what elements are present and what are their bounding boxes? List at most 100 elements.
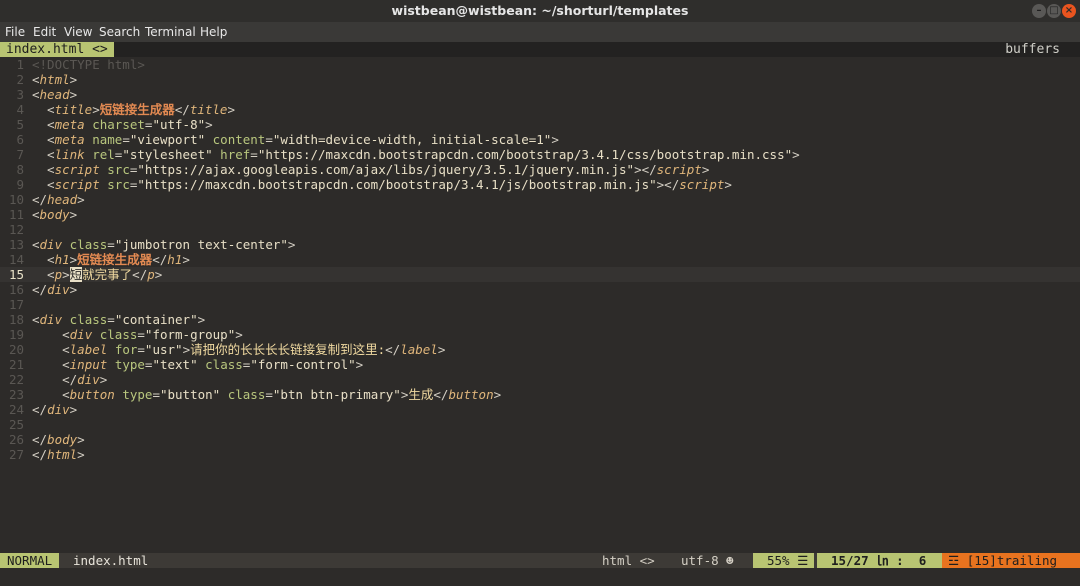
code-line[interactable]: 15 <p>短就完事了</p> xyxy=(0,267,1080,282)
code-token: < xyxy=(32,147,55,162)
code-token: label xyxy=(69,342,108,357)
code-line[interactable]: 26 </body> xyxy=(0,432,1080,447)
code-line[interactable]: 25 xyxy=(0,417,1080,432)
code-token: > xyxy=(77,447,85,462)
code-editor[interactable]: 1 <!DOCTYPE html> 2 <html> 3 <head> 4 <title>短… xyxy=(0,57,1080,549)
code-token: = xyxy=(265,132,273,147)
code-token: script xyxy=(656,162,702,177)
code-token: input xyxy=(69,357,108,372)
line-number: 2 xyxy=(16,72,24,87)
code-line[interactable]: 12 xyxy=(0,222,1080,237)
code-token: class xyxy=(205,357,243,372)
code-token: > xyxy=(724,177,732,192)
window-title: wistbean@wistbean: ~/shorturl/templates xyxy=(391,3,689,18)
maximize-icon[interactable]: □ xyxy=(1047,4,1061,18)
command-line[interactable] xyxy=(0,568,1080,586)
code-token: class xyxy=(69,312,108,327)
line-number: 22 xyxy=(8,372,24,387)
code-token: < xyxy=(32,177,55,192)
line-number: 4 xyxy=(16,102,24,117)
code-token: > xyxy=(62,267,70,282)
code-token: > xyxy=(182,252,190,267)
code-token: </ xyxy=(32,402,48,417)
code-line[interactable]: 22 </div> xyxy=(0,372,1080,387)
menu-file[interactable]: File xyxy=(5,25,25,39)
code-token: label xyxy=(400,342,438,357)
line-number: 9 xyxy=(16,177,24,192)
code-line[interactable]: 19 <div class="form-group"> xyxy=(0,327,1080,342)
code-line[interactable]: 18 <div class="container"> xyxy=(0,312,1080,327)
code-token: p xyxy=(54,267,63,282)
code-line[interactable]: 20 <label for="usr">请把你的长长长长链接复制到这里:</la… xyxy=(0,342,1080,357)
code-token: > xyxy=(182,342,191,357)
close-icon[interactable]: × xyxy=(1062,4,1076,18)
line-number: 8 xyxy=(16,162,24,177)
code-line[interactable]: 17 xyxy=(0,297,1080,312)
code-token: ></ xyxy=(634,162,657,177)
code-line[interactable]: 23 <button type="button" class="btn btn-… xyxy=(0,387,1080,402)
code-line[interactable]: 24 </div> xyxy=(0,402,1080,417)
code-token: < xyxy=(32,237,40,252)
code-token: </ xyxy=(32,192,48,207)
code-token: type xyxy=(122,387,153,402)
minimize-icon[interactable]: – xyxy=(1032,4,1046,18)
menu-terminal[interactable]: Terminal xyxy=(145,25,196,39)
code-token: = xyxy=(137,342,145,357)
code-token: title xyxy=(54,102,93,117)
menu-edit[interactable]: Edit xyxy=(33,25,56,39)
code-token: class xyxy=(69,237,108,252)
menu-help[interactable]: Help xyxy=(200,25,227,39)
code-line[interactable]: 14 <h1>短链接生成器</h1> xyxy=(0,252,1080,267)
code-token: = xyxy=(137,327,145,342)
code-token: = xyxy=(265,387,273,402)
line-number: 17 xyxy=(8,297,24,312)
code-line[interactable]: 3 <head> xyxy=(0,87,1080,102)
code-token: > xyxy=(551,132,559,147)
code-line[interactable]: 5 <meta charset="utf-8"> xyxy=(0,117,1080,132)
code-icon: <> xyxy=(92,42,108,57)
menu-view[interactable]: View xyxy=(64,25,92,39)
mode-indicator: NORMAL xyxy=(0,553,60,568)
code-token: 生成 xyxy=(408,387,434,402)
code-line[interactable]: 1 <!DOCTYPE html> xyxy=(0,57,1080,72)
vim-tabline: index.html <> buffers xyxy=(0,42,1080,58)
code-line[interactable]: 10 </head> xyxy=(0,192,1080,207)
code-token: body xyxy=(47,432,78,447)
code-line[interactable]: 4 <title>短链接生成器</title> xyxy=(0,102,1080,117)
code-token: "viewport" xyxy=(129,132,206,147)
line-number: 27 xyxy=(8,447,24,462)
title-bar[interactable]: wistbean@wistbean: ~/shorturl/templates … xyxy=(0,0,1080,22)
code-line[interactable]: 6 <meta name="viewport" content="width=d… xyxy=(0,132,1080,147)
tab-index-html[interactable]: index.html <> xyxy=(0,42,114,58)
code-line[interactable]: 8 <script src="https://ajax.googleapis.c… xyxy=(0,162,1080,177)
code-line[interactable]: 13 <div class="jumbotron text-center"> xyxy=(0,237,1080,252)
code-token: > xyxy=(205,117,213,132)
menu-search[interactable]: Search xyxy=(99,25,140,39)
code-token: charset xyxy=(92,117,145,132)
code-token: > xyxy=(493,387,502,402)
code-line[interactable]: 2 <html> xyxy=(0,72,1080,87)
buffers-label[interactable]: buffers xyxy=(1005,42,1060,58)
code-line[interactable]: 9 <script src="https://maxcdn.bootstrapc… xyxy=(0,177,1080,192)
code-token: "usr" xyxy=(144,342,183,357)
line-number: 7 xyxy=(16,147,24,162)
code-token: rel xyxy=(92,147,115,162)
code-token: = xyxy=(122,132,130,147)
code-token: < xyxy=(32,102,55,117)
code-token: "text" xyxy=(152,357,198,372)
code-token: < xyxy=(32,387,70,402)
code-line[interactable]: 27 </html> xyxy=(0,447,1080,462)
code-line[interactable]: 11 <body> xyxy=(0,207,1080,222)
code-token: > xyxy=(701,162,710,177)
menu-bar: File Edit View Search Terminal Help xyxy=(0,22,1080,42)
code-token: > xyxy=(227,102,235,117)
code-line[interactable]: 16 </div> xyxy=(0,282,1080,297)
code-token: meta xyxy=(54,117,85,132)
code-line[interactable]: 7 <link rel="stylesheet" href="https://m… xyxy=(0,147,1080,162)
code-token: script xyxy=(54,177,100,192)
code-line[interactable]: 21 <input type="text" class="form-contro… xyxy=(0,357,1080,372)
code-token: h1 xyxy=(54,252,70,267)
code-token: "jumbotron text-center" xyxy=(114,237,288,252)
